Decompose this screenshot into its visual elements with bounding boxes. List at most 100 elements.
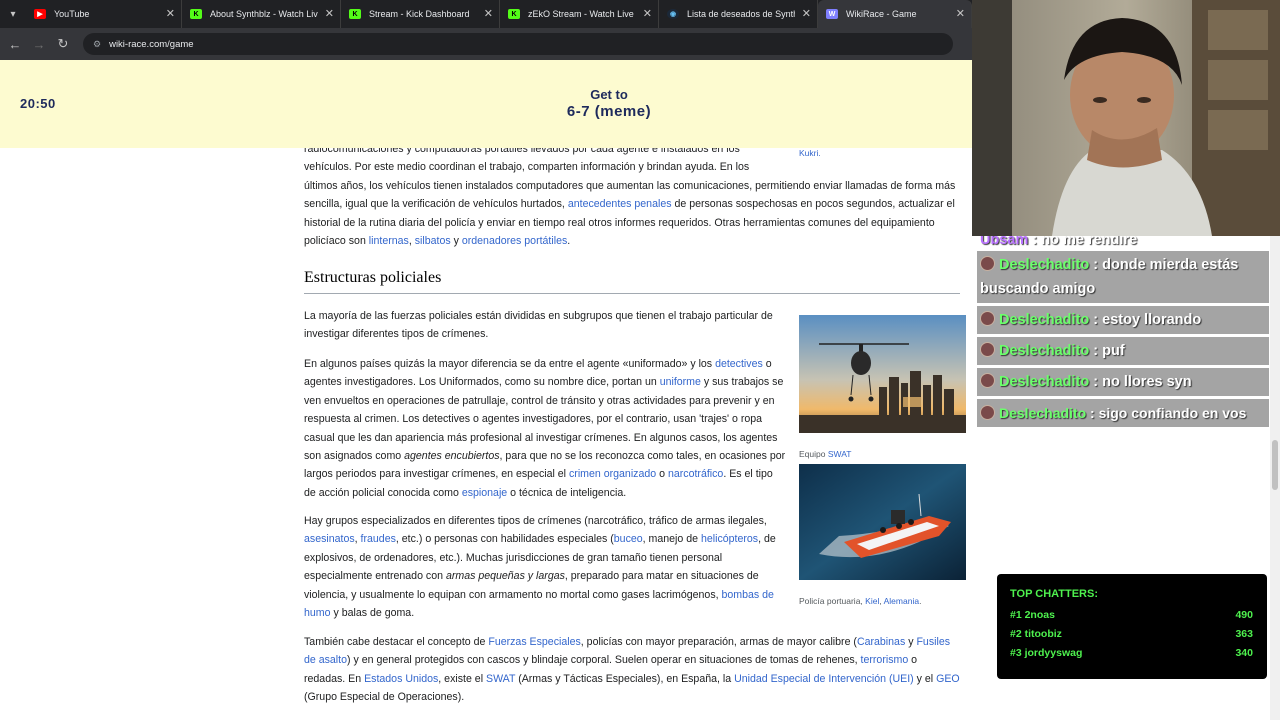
chat-text: : sigo confiando en vos [1090,405,1247,421]
link-silbatos[interactable]: silbatos [415,235,451,247]
chat-message: Deslechadito : puf [977,337,1269,365]
link-fuerzas-especiales[interactable]: Fuerzas Especiales [488,636,580,648]
link-swat-caption[interactable]: SWAT [828,449,852,459]
close-icon[interactable]: ✕ [325,8,334,20]
site-info-icon[interactable]: ⚙ [93,39,101,50]
link-helicopteros[interactable]: helicópteros [701,533,758,545]
kick-icon: K [349,9,361,19]
text-segment: policíaco son [304,235,366,248]
top-chatters-title: TOP CHATTERS: [1010,588,1099,600]
figure-swat: Equipo SWAT [799,315,966,464]
tab-label: YouTube [54,9,90,19]
tab-steam-wishlist[interactable]: ◉ Lista de deseados de Synth ✕ [659,0,818,28]
chat-message: Deslechadito : donde mierda estás buscan… [977,251,1269,303]
link-detectives[interactable]: detectives [715,358,763,370]
chatter-count: 363 [1235,628,1253,640]
link-fraudes[interactable]: fraudes [361,533,396,545]
text-segment: Hay grupos especializados en diferentes … [304,515,767,527]
user-badge-icon [980,373,995,388]
tab-about-synthblz[interactable]: K About Synthblz - Watch Live on Kick ✕ [182,0,341,28]
chatter-name: #1 2noas [1010,609,1055,621]
reload-icon[interactable]: ↻ [51,28,75,60]
kick-icon: K [190,9,202,19]
link-terrorismo[interactable]: terrorismo [861,654,909,666]
stream-chat: Ubsam : no me rendire Deslechadito : don… [977,236,1269,430]
text-segment: y [908,636,914,648]
chatter-row: #2 titoobiz 363 [1010,625,1253,644]
link-kukri[interactable]: Kukri. [799,148,821,158]
text-segment: , existe el [438,672,484,685]
close-icon[interactable]: ✕ [643,8,652,20]
link-ordenadores-portatiles[interactable]: ordenadores portátiles [462,235,567,247]
link-asesinatos[interactable]: asesinatos [304,533,355,545]
caption-text: . [919,596,922,607]
tab-wikirace-game[interactable]: W WikiRace - Game ✕ [818,0,972,28]
scrollbar-thumb[interactable] [1272,440,1278,490]
text-emphasis: armas pequeñas y largas [445,570,565,583]
chatter-count: 340 [1235,647,1253,659]
text-segment: (Grupo Especial de Operaciones). [304,691,465,704]
close-icon[interactable]: ✕ [956,8,965,20]
chat-username: Deslechadito [999,312,1090,328]
link-narcotrafico[interactable]: narcotráfico [668,468,723,480]
figure-port-police: Policía portuaria, Kiel, Alemania. [799,464,966,611]
text-segment: o técnica de inteligencia. [510,486,627,499]
chat-text: : puf [1093,343,1125,359]
link-uniforme[interactable]: uniforme [660,376,701,388]
caption-text: Equipo [799,449,826,460]
wikirace-icon: W [826,9,838,19]
top-chatters-panel: TOP CHATTERS: #1 2noas 490 #2 titoobiz 363… [997,574,1267,679]
url-text: wiki-race.com/game [109,38,194,50]
text-line: sencilla, igual que la verificación de v… [304,195,960,213]
link-antecedentes-penales[interactable]: antecedentes penales [568,198,672,210]
text-line: historial de la rutina diaria del policí… [304,216,935,229]
text-emphasis: agentes encubiertos [404,450,500,463]
link-carabinas[interactable]: Carabinas [857,636,905,648]
link-linternas[interactable]: linternas [369,235,409,247]
link-uei[interactable]: Unidad Especial de Intervención (UEI) [734,673,914,685]
link-swat[interactable]: SWAT [486,673,515,685]
chat-username: Deslechadito [999,257,1090,273]
back-arrow-icon[interactable]: ← [3,28,27,60]
user-badge-icon [980,405,995,420]
tab-search-chevron-icon[interactable]: ▾ [0,0,26,28]
close-icon[interactable]: ✕ [166,8,175,20]
link-crimen-organizado[interactable]: crimen organizado [569,468,656,480]
swat-helicopter-image[interactable] [799,315,966,439]
paragraph-subgroups: La mayoría de las fuerzas policiales est… [304,310,773,341]
link-geo[interactable]: GEO [936,673,960,685]
text-segment: y [453,235,459,248]
tab-kick-dashboard[interactable]: K Stream - Kick Dashboard ✕ [341,0,500,28]
chat-username: Ubsam [980,236,1029,248]
text-segment: sencilla, igual que la verificación de v… [304,198,565,211]
steam-icon: ◉ [667,9,679,19]
chat-text: : estoy llorando [1093,312,1202,328]
paragraph-special-forces: También cabe destacar el concepto de Fue… [304,633,960,707]
close-icon[interactable]: ✕ [802,8,811,20]
link-buceo[interactable]: buceo [614,533,643,545]
chat-text: : no me rendire [1032,236,1138,248]
user-badge-icon [980,256,995,271]
text-segment: de personas sospechosas en pocos segundo… [674,198,955,211]
image-caption: Equipo SWAT [799,445,966,463]
link-kiel[interactable]: Kiel [865,596,879,606]
link-alemania[interactable]: Alemania [884,596,919,606]
tab-youtube[interactable]: ▶ YouTube ✕ [26,0,182,28]
text-segment: , policías con mayor preparación, armas … [580,636,857,648]
paragraph-equipment-cont: últimos años, los vehículos tienen insta… [304,177,960,251]
close-icon[interactable]: ✕ [484,8,493,20]
user-badge-icon [980,311,995,326]
chat-username: Deslechadito [999,374,1090,390]
text-segment: , etc.) o personas con habilidades espec… [395,533,614,546]
chatter-count: 490 [1235,609,1253,621]
tab-zeko-stream[interactable]: K zEkO Stream - Watch Live on Kick ✕ [500,0,659,28]
forward-arrow-icon[interactable]: → [27,28,51,60]
chat-username: Deslechadito [999,343,1090,359]
text-line: vehículos. Por este medio coordinan el t… [304,161,750,174]
police-boat-image[interactable] [799,464,966,586]
link-espionaje[interactable]: espionaje [462,487,507,499]
link-estados-unidos[interactable]: Estados Unidos [364,673,438,685]
webcam-overlay [972,0,1280,236]
address-bar[interactable]: ⚙ wiki-race.com/game [83,33,953,55]
chatter-name: #2 titoobiz [1010,628,1062,640]
